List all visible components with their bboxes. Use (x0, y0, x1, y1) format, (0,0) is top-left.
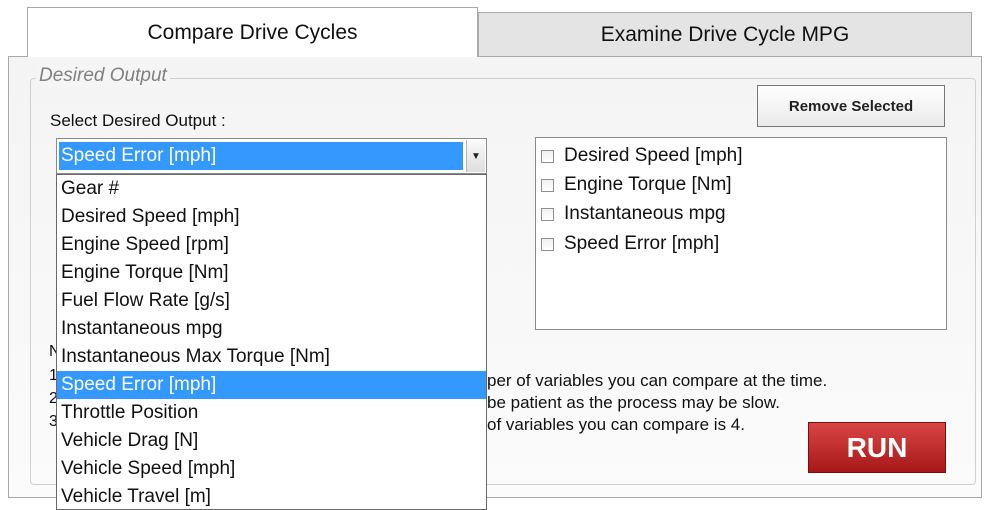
list-item[interactable]: Engine Torque [Nm] (541, 172, 732, 198)
dropdown-option[interactable]: Engine Speed [rpm] (57, 231, 486, 259)
checkbox[interactable] (541, 207, 554, 221)
tab-examine-drive-cycle-mpg[interactable]: Examine Drive Cycle MPG (478, 12, 972, 56)
run-button[interactable]: RUN (808, 422, 946, 473)
select-desired-output-label: Select Desired Output : (50, 111, 226, 130)
dropdown-option[interactable]: Fuel Flow Rate [g/s] (57, 287, 486, 315)
desired-output-dropdown-list[interactable]: Gear # Desired Speed [mph] Engine Speed … (56, 174, 487, 510)
desired-output-legend: Desired Output (36, 65, 170, 87)
dropdown-option[interactable]: Instantaneous mpg (57, 315, 486, 343)
dropdown-option[interactable]: Gear # (57, 175, 486, 203)
note-line-3: of variables you can compare is 4. (487, 415, 745, 434)
checkbox[interactable] (541, 178, 554, 192)
dropdown-option[interactable]: Engine Torque [Nm] (57, 259, 486, 287)
note-line-1: per of variables you can compare at the … (487, 371, 828, 390)
dropdown-option[interactable]: Vehicle Speed [mph] (57, 455, 486, 483)
dropdown-option[interactable]: Vehicle Travel [m] (57, 483, 486, 509)
tab-strip: Compare Drive Cycles Examine Drive Cycle… (27, 0, 973, 57)
desired-output-combobox[interactable]: Speed Error [mph] ▼ (56, 138, 487, 174)
dropdown-option-selected[interactable]: Speed Error [mph] (57, 371, 486, 399)
combobox-value: Speed Error [mph] (59, 142, 463, 170)
remove-selected-button[interactable]: Remove Selected (757, 85, 945, 127)
list-item[interactable]: Desired Speed [mph] (541, 143, 743, 169)
selected-outputs-listbox[interactable]: Desired Speed [mph] Engine Torque [Nm] I… (535, 137, 947, 330)
dropdown-option[interactable]: Vehicle Drag [N] (57, 427, 486, 455)
dropdown-option[interactable]: Desired Speed [mph] (57, 203, 486, 231)
dropdown-option[interactable]: Throttle Position (57, 399, 486, 427)
list-item[interactable]: Instantaneous mpg (541, 201, 726, 227)
dropdown-option[interactable]: Instantaneous Max Torque [Nm] (57, 343, 486, 371)
list-item[interactable]: Speed Error [mph] (541, 231, 719, 257)
note-line-2: be patient as the process may be slow. (487, 393, 780, 412)
checkbox[interactable] (541, 237, 554, 251)
checkbox[interactable] (541, 149, 554, 163)
chevron-down-icon[interactable]: ▼ (466, 140, 485, 172)
tab-compare-drive-cycles[interactable]: Compare Drive Cycles (27, 7, 478, 57)
